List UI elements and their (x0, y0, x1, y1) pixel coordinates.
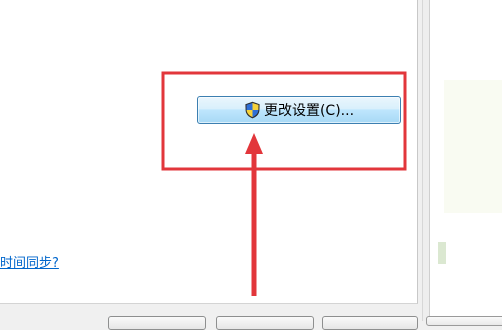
window-divider (422, 0, 430, 321)
change-settings-label: 更改设置(C)... (263, 103, 355, 119)
dialog-button[interactable] (108, 316, 206, 330)
time-sync-link[interactable]: 时间同步? (0, 252, 59, 271)
dialog-button-strip (0, 304, 422, 330)
dialog-content-panel (0, 0, 418, 304)
dialog-button[interactable] (216, 316, 314, 330)
background-window-bar (438, 242, 446, 264)
background-window-button (426, 316, 502, 326)
background-window (426, 0, 502, 326)
change-settings-button[interactable]: 更改设置(C)... (197, 96, 401, 124)
uac-shield-icon (244, 101, 261, 119)
background-window-panel (444, 80, 502, 213)
dialog-button[interactable] (322, 316, 418, 330)
